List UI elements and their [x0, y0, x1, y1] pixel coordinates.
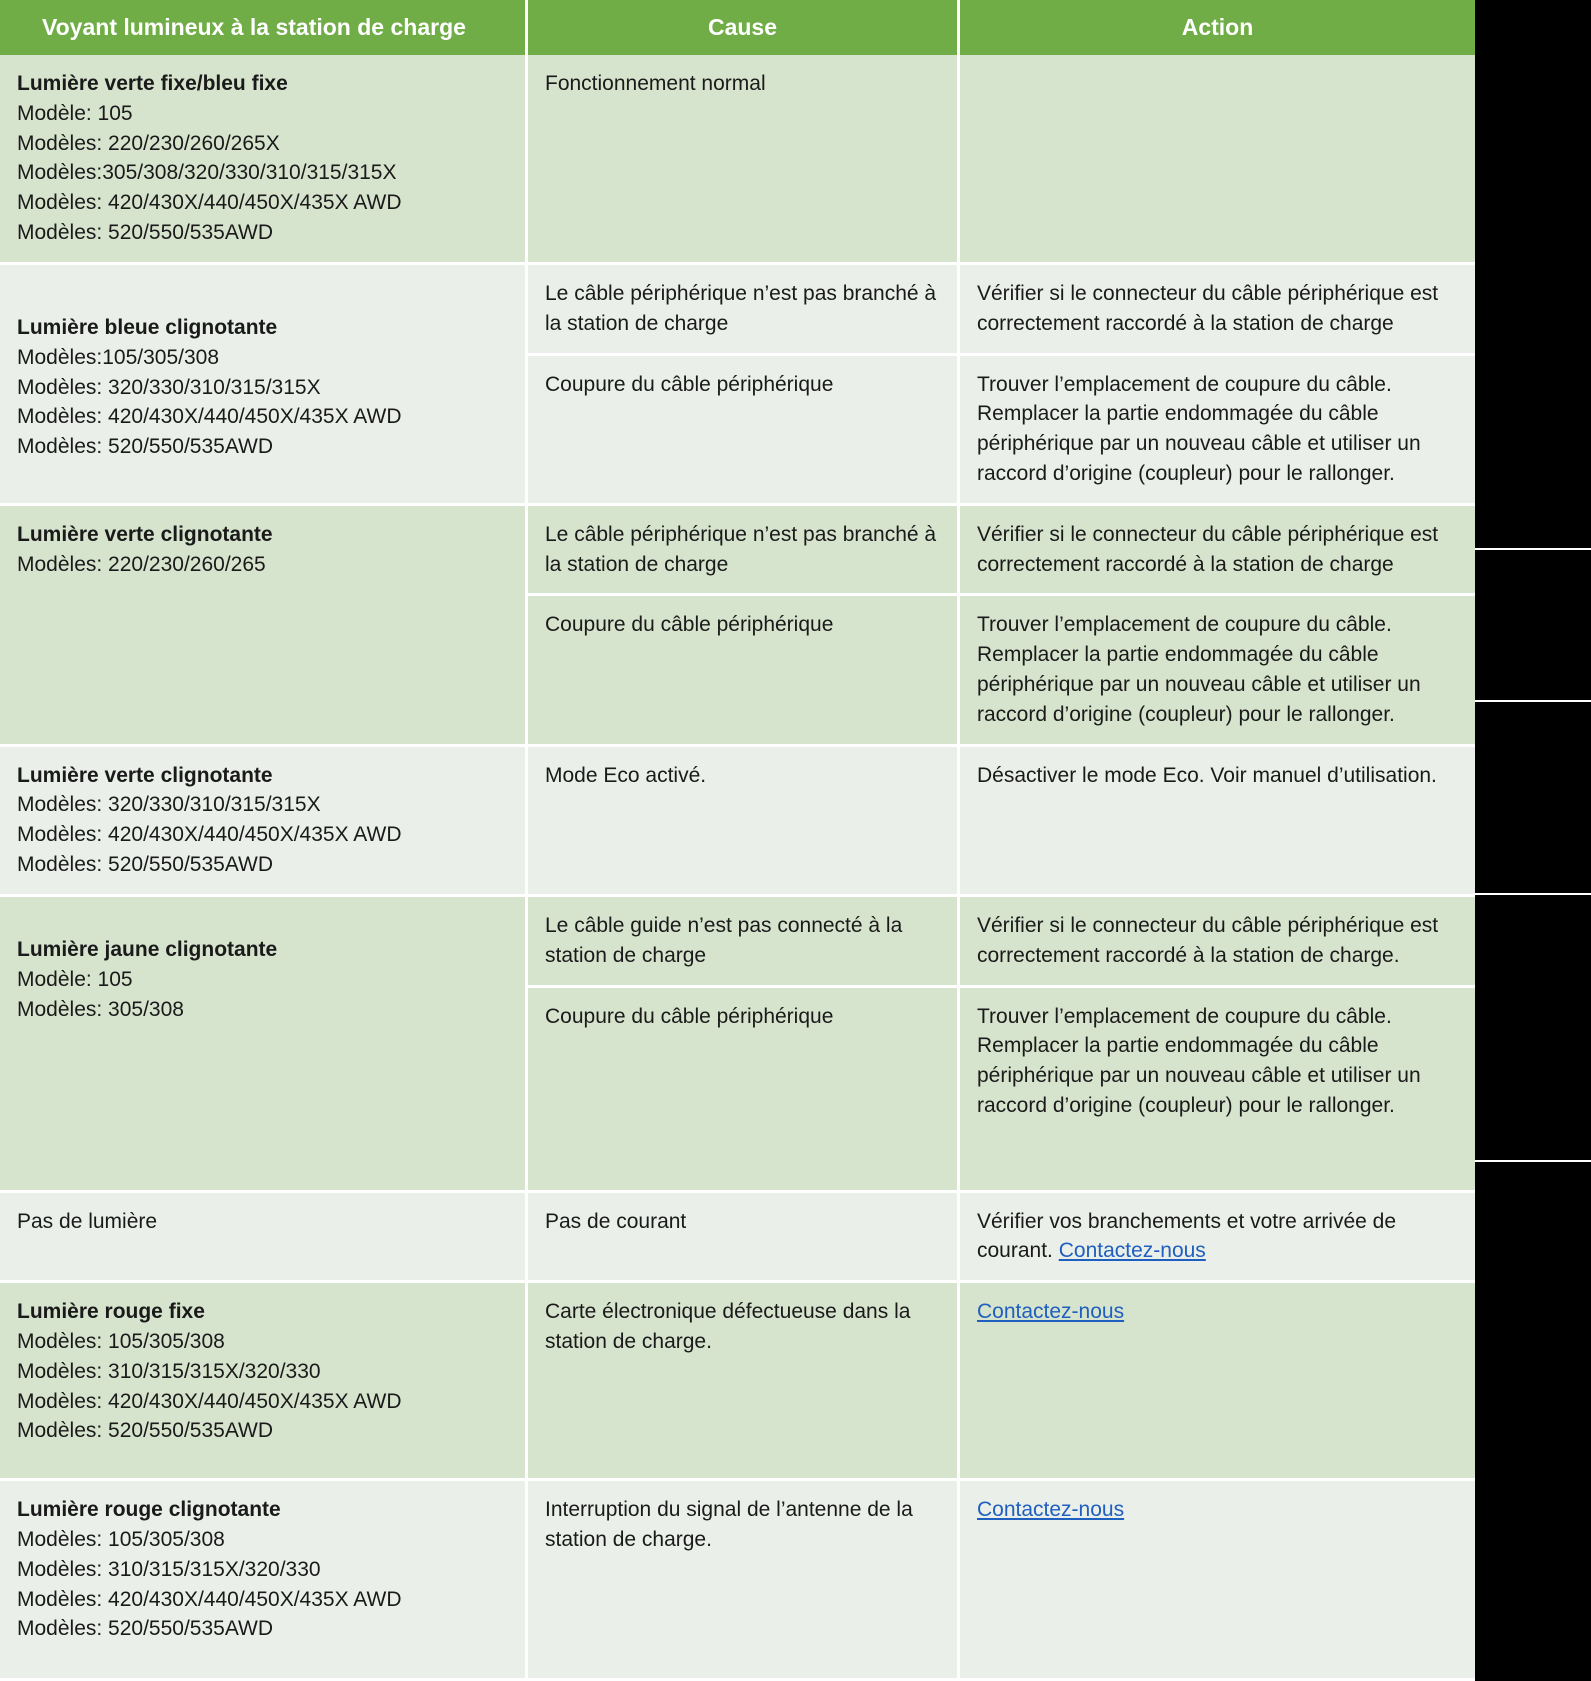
- indicator-title: Lumière rouge fixe: [17, 1300, 205, 1324]
- table-body: Lumière verte fixe/bleu fixe Modèle: 105 M…: [0, 55, 1475, 1681]
- cell-indicator: Lumière jaune clignotante Modèle: 105 Modè…: [0, 896, 528, 1193]
- indicator-model-line: Modèle: 105: [17, 101, 133, 125]
- cell-action: Vérifier si le connecteur du câble périp…: [960, 505, 1475, 597]
- table-row: Lumière verte clignotante Modèles: 320/33…: [0, 746, 1475, 897]
- table-row: Pas de lumière Pas de courant Vérifier vos…: [0, 1192, 1475, 1284]
- cell-cause: Pas de courant: [528, 1192, 960, 1284]
- cell-action: Contactez-nous: [960, 1481, 1475, 1681]
- indicator-model-line: Modèles: 520/550/535AWD: [17, 435, 274, 459]
- cell-cause: Interruption du signal de l’antenne de l…: [528, 1481, 960, 1681]
- indicator-model-line: Modèles: 105/305/308: [17, 1329, 225, 1353]
- header-row: Voyant lumineux à la station de charge C…: [0, 0, 1475, 55]
- cell-indicator: Lumière verte fixe/bleu fixe Modèle: 105 M…: [0, 55, 528, 265]
- indicator-title: Lumière rouge clignotante: [17, 1498, 281, 1522]
- indicator-title: Lumière jaune clignotante: [17, 937, 278, 961]
- edge-rule: [1475, 893, 1591, 895]
- cell-cause: Coupure du câble périphérique: [528, 596, 960, 747]
- indicator-model-line: Modèle: 105: [17, 967, 133, 991]
- indicator-model-line: Modèles:305/308/320/330/310/315/315X: [17, 161, 397, 185]
- indicator-label: Pas de lumière: [17, 1209, 158, 1233]
- troubleshooting-table: Voyant lumineux à la station de charge C…: [0, 0, 1475, 1681]
- table-header: Voyant lumineux à la station de charge C…: [0, 0, 1475, 55]
- cell-action: Vérifier vos branchements et votre arriv…: [960, 1192, 1475, 1284]
- cell-action: Désactiver le mode Eco. Voir manuel d’ut…: [960, 746, 1475, 897]
- indicator-model-line: Modèles: 105/305/308: [17, 1527, 225, 1551]
- indicator-model-line: Modèles: 420/430X/440/450X/435X AWD: [17, 1389, 402, 1413]
- cell-action: [960, 55, 1475, 265]
- indicator-model-line: Modèles:105/305/308: [17, 345, 219, 369]
- indicator-model-line: Modèles: 420/430X/440/450X/435X AWD: [17, 191, 402, 215]
- column-header-cause: Cause: [528, 0, 960, 55]
- cell-action: Trouver l’emplacement de coupure du câbl…: [960, 355, 1475, 506]
- indicator-title: Lumière verte fixe/bleu fixe: [17, 72, 288, 95]
- cell-cause: Carte électronique défectueuse dans la s…: [528, 1283, 960, 1482]
- contact-us-link[interactable]: Contactez-nous: [977, 1300, 1124, 1323]
- cell-cause: Mode Eco activé.: [528, 746, 960, 897]
- column-header-action: Action: [960, 0, 1475, 55]
- indicator-model-line: Modèles: 310/315/315X/320/330: [17, 1359, 321, 1383]
- cell-indicator: Lumière bleue clignotante Modèles:105/305…: [0, 264, 528, 506]
- indicator-model-line: Modèles: 420/430X/440/450X/435X AWD: [17, 405, 402, 429]
- contact-us-link[interactable]: Contactez-nous: [1059, 1239, 1206, 1262]
- indicator-model-line: Modèles: 320/330/310/315/315X: [17, 793, 321, 817]
- indicator-model-line: Modèles: 305/308: [17, 997, 184, 1021]
- indicator-model-line: Modèles: 310/315/315X/320/330: [17, 1557, 321, 1581]
- indicator-model-line: Modèles: 520/550/535AWD: [17, 1419, 274, 1443]
- cell-action: Trouver l’emplacement de coupure du câbl…: [960, 987, 1475, 1193]
- table-row: Lumière verte fixe/bleu fixe Modèle: 105 M…: [0, 55, 1475, 265]
- table-row: Lumière rouge fixe Modèles: 105/305/308 Mo…: [0, 1283, 1475, 1482]
- table-row: Lumière jaune clignotante Modèle: 105 Modè…: [0, 896, 1475, 1193]
- cell-cause: Fonctionnement normal: [528, 55, 960, 265]
- cell-cause: Coupure du câble périphérique: [528, 355, 960, 506]
- indicator-title: Lumière bleue clignotante: [17, 315, 278, 339]
- indicator-model-line: Modèles: 420/430X/440/450X/435X AWD: [17, 1587, 402, 1611]
- cell-action: Trouver l’emplacement de coupure du câbl…: [960, 596, 1475, 747]
- indicator-title: Lumière verte clignotante: [17, 522, 273, 546]
- cell-cause: Le câble périphérique n’est pas branché …: [528, 264, 960, 356]
- indicator-title: Lumière verte clignotante: [17, 763, 273, 787]
- cell-indicator: Lumière rouge clignotante Modèles: 105/30…: [0, 1481, 528, 1681]
- indicator-model-line: Modèles: 520/550/535AWD: [17, 221, 274, 245]
- cell-action: Vérifier si le connecteur du câble périp…: [960, 264, 1475, 356]
- cell-action: Vérifier si le connecteur du câble périp…: [960, 896, 1475, 988]
- edge-rule: [1475, 548, 1591, 550]
- indicator-model-line: Modèles: 320/330/310/315/315X: [17, 375, 321, 399]
- table-row: Lumière rouge clignotante Modèles: 105/30…: [0, 1481, 1475, 1681]
- page-root: Voyant lumineux à la station de charge C…: [0, 0, 1591, 1681]
- cell-indicator: Lumière rouge fixe Modèles: 105/305/308 Mo…: [0, 1283, 528, 1482]
- cell-indicator: Lumière verte clignotante Modèles: 320/33…: [0, 746, 528, 897]
- edge-rule: [1475, 700, 1591, 702]
- column-header-indicator: Voyant lumineux à la station de charge: [0, 0, 528, 55]
- indicator-model-line: Modèles: 420/430X/440/450X/435X AWD: [17, 823, 402, 847]
- cell-indicator: Pas de lumière: [0, 1192, 528, 1284]
- cell-cause: Le câble guide n’est pas connecté à la s…: [528, 896, 960, 988]
- cell-cause: Le câble périphérique n’est pas branché …: [528, 505, 960, 597]
- indicator-model-line: Modèles: 220/230/260/265: [17, 552, 266, 576]
- cell-indicator: Lumière verte clignotante Modèles: 220/23…: [0, 505, 528, 747]
- cell-action: Contactez-nous: [960, 1283, 1475, 1482]
- edge-rule: [1475, 1160, 1591, 1162]
- indicator-model-line: Modèles: 520/550/535AWD: [17, 1617, 274, 1641]
- table-row: Lumière verte clignotante Modèles: 220/23…: [0, 505, 1475, 747]
- troubleshooting-table-container: Voyant lumineux à la station de charge C…: [0, 0, 1475, 1681]
- cell-cause: Coupure du câble périphérique: [528, 987, 960, 1193]
- indicator-model-line: Modèles: 220/230/260/265X: [17, 131, 280, 155]
- indicator-model-line: Modèles: 520/550/535AWD: [17, 853, 274, 877]
- table-row: Lumière bleue clignotante Modèles:105/305…: [0, 264, 1475, 506]
- contact-us-link[interactable]: Contactez-nous: [977, 1498, 1124, 1521]
